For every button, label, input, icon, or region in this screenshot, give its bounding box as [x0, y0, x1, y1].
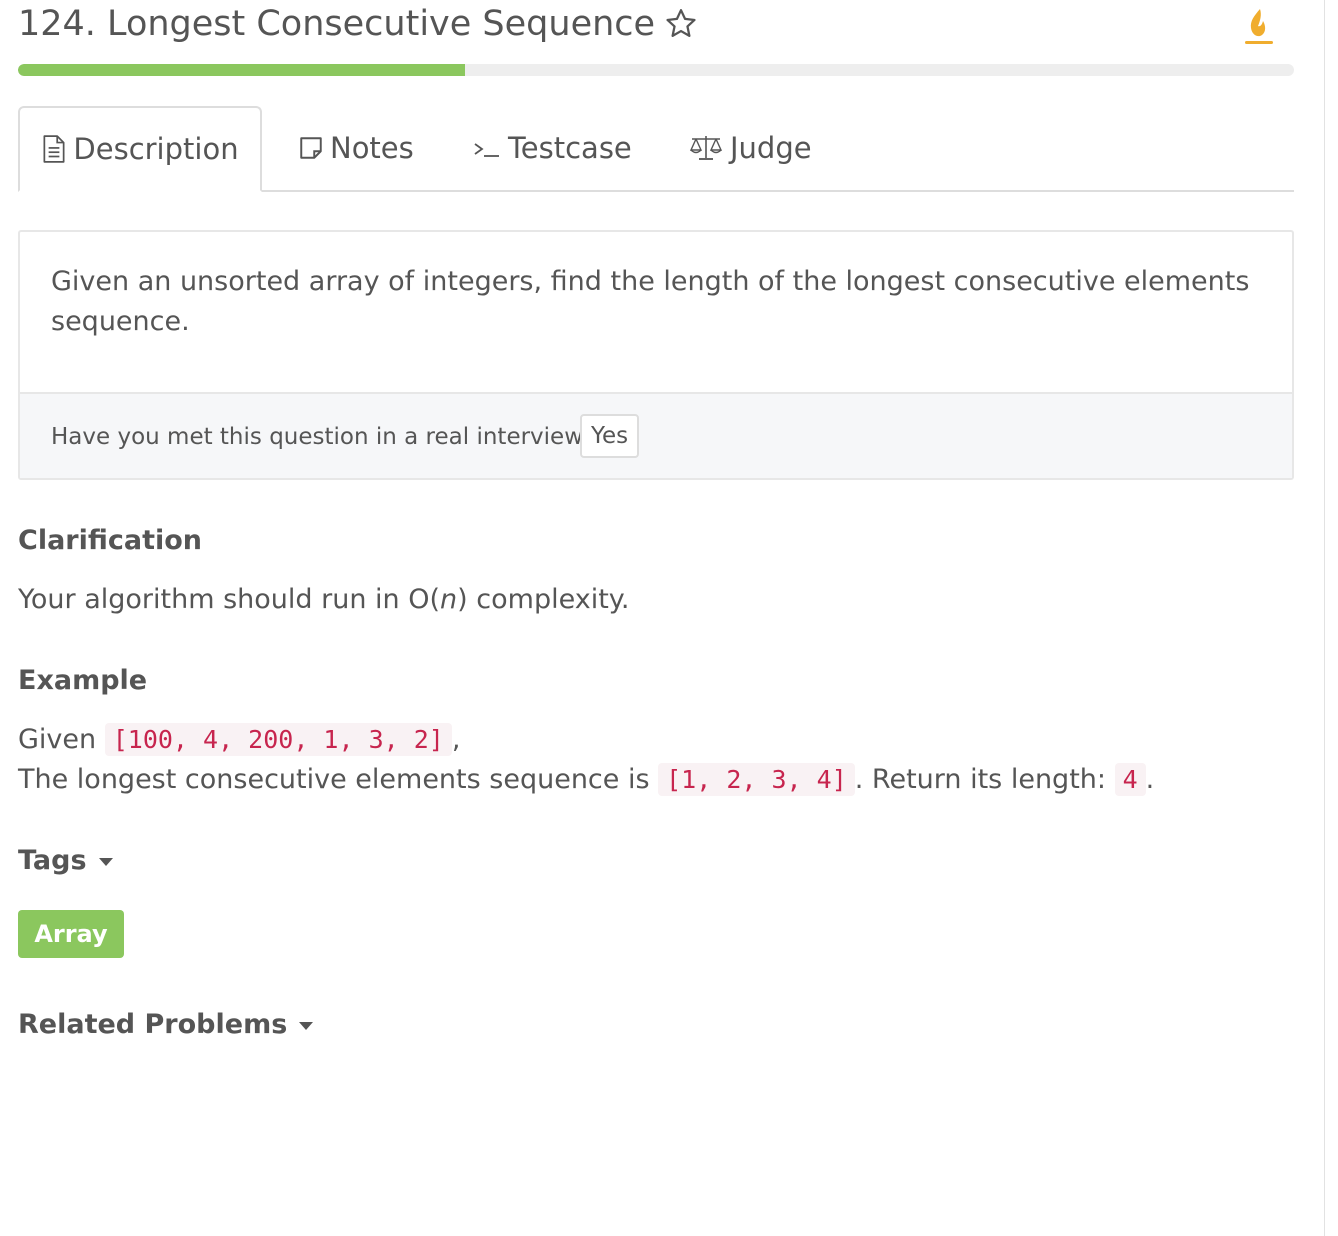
tab-notes-label: Notes: [330, 131, 414, 165]
example-title: Example: [18, 664, 148, 696]
example-line-1: Given [100, 4, 200, 1, 3, 2],: [18, 720, 460, 760]
example-input-code: [100, 4, 200, 1, 3, 2]: [104, 723, 452, 756]
progress-bar-fill: [18, 64, 465, 76]
example-line2-middle: . Return its length:: [854, 764, 1115, 795]
problem-description: Given an unsorted array of integers, fin…: [51, 266, 1250, 337]
clarification-text-before: Your algorithm should run in O(: [18, 584, 441, 615]
related-problems-title: Related Problems: [18, 1008, 288, 1040]
yes-button[interactable]: Yes: [580, 414, 640, 458]
problem-header: 124. Longest Consecutive Sequence: [18, 0, 1294, 56]
file-text-icon: [43, 135, 65, 163]
example-line-2: The longest consecutive elements sequenc…: [18, 760, 1154, 800]
caret-down-icon: [299, 1021, 314, 1030]
example-line1-suffix: ,: [451, 724, 461, 755]
note-icon: [300, 137, 322, 159]
tags-toggle[interactable]: Tags: [18, 840, 113, 880]
tab-bar: Description Notes Testcase Judge: [18, 106, 1294, 192]
problem-title-row: 124. Longest Consecutive Sequence: [18, 4, 699, 44]
tab-judge-label: Judge: [730, 131, 812, 165]
example-length-code: 4: [1114, 763, 1146, 796]
interview-question: Have you met this question in a real int…: [51, 424, 596, 450]
tab-description-label: Description: [73, 132, 239, 166]
example-line2-prefix: The longest consecutive elements sequenc…: [18, 764, 659, 795]
star-icon[interactable]: [663, 6, 699, 42]
problem-title: 124. Longest Consecutive Sequence: [18, 4, 656, 44]
clarification-title: Clarification: [18, 524, 203, 556]
caret-down-icon: [98, 857, 113, 866]
clarification-text-italic: n: [440, 584, 458, 615]
example-sequence-code: [1, 2, 3, 4]: [658, 763, 855, 796]
scale-icon: [689, 136, 723, 160]
tag-array[interactable]: Array: [18, 910, 124, 958]
description-panel: Given an unsorted array of integers, fin…: [18, 230, 1294, 480]
clarification-heading: Clarification: [18, 520, 202, 560]
terminal-icon: [474, 143, 499, 157]
tab-testcase-label: Testcase: [508, 131, 632, 165]
tags-title: Tags: [18, 844, 87, 876]
flame-icon[interactable]: [1242, 6, 1276, 46]
page-right-border: [1324, 0, 1325, 1236]
progress-bar: [18, 64, 1294, 76]
example-line1-prefix: Given: [18, 724, 105, 755]
description-body: Given an unsorted array of integers, fin…: [20, 232, 1292, 394]
example-heading: Example: [18, 660, 147, 700]
related-problems-toggle[interactable]: Related Problems: [18, 1004, 314, 1044]
tab-description[interactable]: Description: [18, 106, 262, 192]
tab-judge[interactable]: Judge: [688, 106, 812, 190]
tab-notes[interactable]: Notes: [298, 106, 414, 190]
interview-footer: Have you met this question in a real int…: [20, 394, 1292, 478]
clarification-text-after: ) complexity.: [457, 584, 630, 615]
clarification-text: Your algorithm should run in O(n) comple…: [18, 580, 630, 620]
example-line2-suffix: .: [1145, 764, 1155, 795]
tab-testcase[interactable]: Testcase: [472, 106, 632, 190]
